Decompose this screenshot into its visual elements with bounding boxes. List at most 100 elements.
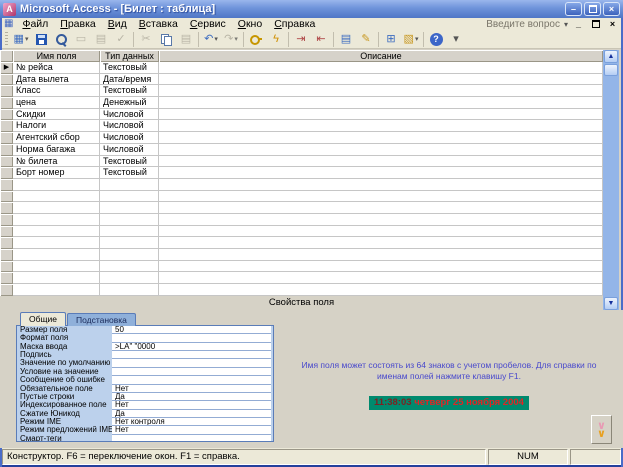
row-selector[interactable] — [0, 132, 13, 144]
save-button[interactable] — [31, 31, 51, 48]
field-desc-cell[interactable] — [159, 272, 603, 284]
field-desc-cell[interactable] — [159, 249, 603, 261]
field-type-cell[interactable] — [100, 179, 159, 191]
field-name-cell[interactable] — [13, 202, 100, 214]
field-name-cell[interactable]: № рейса — [13, 62, 100, 74]
restore-button[interactable] — [584, 2, 601, 16]
row-selector[interactable] — [0, 144, 13, 156]
field-type-cell[interactable] — [100, 272, 159, 284]
field-desc-cell[interactable] — [159, 85, 603, 97]
field-name-cell[interactable] — [13, 179, 100, 191]
menu-item-view[interactable]: Вид — [102, 18, 133, 30]
help-button[interactable]: ? — [426, 31, 446, 48]
question-dropdown-icon[interactable]: ▾ — [564, 20, 568, 29]
property-value-field[interactable]: Нет — [112, 385, 271, 393]
vertical-scrollbar[interactable]: ▲ ▼ — [603, 50, 619, 310]
row-selector[interactable]: ▶ — [0, 62, 13, 74]
scrollbar-thumb[interactable] — [604, 64, 618, 76]
field-desc-cell[interactable] — [159, 226, 603, 238]
property-value-field[interactable]: Нет — [112, 426, 271, 434]
row-selector[interactable] — [0, 167, 13, 179]
field-type-cell[interactable] — [100, 284, 159, 296]
ask-question-input[interactable]: Введите вопрос — [486, 19, 560, 30]
field-desc-cell[interactable] — [159, 74, 603, 86]
field-type-cell[interactable] — [100, 249, 159, 261]
insert-rows-button[interactable]: ⇥ — [291, 31, 311, 48]
row-selector[interactable] — [0, 85, 13, 97]
field-type-cell[interactable] — [100, 226, 159, 238]
field-desc-cell[interactable] — [159, 132, 603, 144]
field-type-cell[interactable] — [100, 261, 159, 273]
field-name-cell[interactable]: Борт номер — [13, 167, 100, 179]
field-name-cell[interactable]: Класс — [13, 85, 100, 97]
field-type-cell[interactable] — [100, 191, 159, 203]
field-name-cell[interactable] — [13, 284, 100, 296]
row-selector[interactable] — [0, 202, 13, 214]
menu-item-help[interactable]: Справка — [268, 18, 321, 30]
field-type-cell[interactable]: Числовой — [100, 144, 159, 156]
row-selector[interactable] — [0, 226, 13, 238]
file-search-button[interactable] — [51, 31, 71, 48]
properties-button[interactable]: ▤ — [336, 31, 356, 48]
menu-item-insert[interactable]: Вставка — [133, 18, 184, 30]
property-value-field[interactable] — [112, 334, 271, 342]
field-name-cell[interactable]: Норма багажа — [13, 144, 100, 156]
field-type-cell[interactable]: Денежный — [100, 97, 159, 109]
mdi-restore-button[interactable] — [589, 19, 602, 30]
field-name-cell[interactable] — [13, 191, 100, 203]
field-name-cell[interactable]: Налоги — [13, 120, 100, 132]
field-type-cell[interactable]: Текстовый — [100, 156, 159, 168]
field-desc-cell[interactable] — [159, 97, 603, 109]
scroll-up-icon[interactable]: ▲ — [604, 50, 618, 63]
field-type-cell[interactable] — [100, 214, 159, 226]
close-button[interactable]: × — [603, 2, 620, 16]
property-value-field[interactable] — [112, 376, 271, 384]
property-value-field[interactable]: >LA" "0000 — [112, 343, 271, 351]
tab-general[interactable]: Общие — [20, 312, 66, 326]
new-object-button[interactable]: ▧▾ — [401, 31, 421, 48]
field-name-cell[interactable] — [13, 237, 100, 249]
delete-rows-button[interactable]: ⇤ — [311, 31, 331, 48]
field-type-cell[interactable]: Числовой — [100, 132, 159, 144]
view-datasheet-button[interactable]: ▦▾ — [11, 31, 31, 48]
copy-button[interactable] — [156, 31, 176, 48]
field-desc-cell[interactable] — [159, 179, 603, 191]
field-name-cell[interactable] — [13, 214, 100, 226]
field-name-cell[interactable]: № билета — [13, 156, 100, 168]
row-selector[interactable] — [0, 214, 13, 226]
field-type-cell[interactable]: Числовой — [100, 109, 159, 121]
property-value-field[interactable] — [112, 351, 271, 359]
scroll-down-icon[interactable]: ▼ — [604, 297, 618, 310]
field-desc-cell[interactable] — [159, 237, 603, 249]
property-value-field[interactable] — [112, 435, 271, 442]
toolbar-drag-handle[interactable] — [5, 32, 8, 47]
menu-item-file[interactable]: Файл — [16, 18, 54, 30]
field-desc-cell[interactable] — [159, 284, 603, 296]
minimize-button[interactable]: – — [565, 2, 582, 16]
field-name-cell[interactable]: Дата вылета — [13, 74, 100, 86]
mdi-minimize-button[interactable]: _ — [572, 19, 585, 30]
indexes-button[interactable]: ϟ — [266, 31, 286, 48]
field-name-cell[interactable] — [13, 226, 100, 238]
menu-item-service[interactable]: Сервис — [184, 18, 232, 30]
property-value-field[interactable]: Да — [112, 393, 271, 401]
field-desc-cell[interactable] — [159, 144, 603, 156]
row-selector[interactable] — [0, 97, 13, 109]
property-value-field[interactable]: Нет контроля — [112, 418, 271, 426]
field-type-cell[interactable]: Текстовый — [100, 62, 159, 74]
property-value-field[interactable]: Да — [112, 410, 271, 418]
property-value-field[interactable] — [112, 359, 271, 367]
mdi-close-button[interactable]: × — [606, 19, 619, 30]
row-selector[interactable] — [0, 237, 13, 249]
undo-button[interactable]: ↶▾ — [201, 31, 221, 48]
tab-lookup[interactable]: Подстановка — [67, 313, 136, 326]
field-desc-cell[interactable] — [159, 156, 603, 168]
field-type-cell[interactable] — [100, 237, 159, 249]
row-selector[interactable] — [0, 179, 13, 191]
row-selector[interactable] — [0, 156, 13, 168]
field-name-cell[interactable] — [13, 272, 100, 284]
build-button[interactable]: ✎ — [356, 31, 376, 48]
field-desc-cell[interactable] — [159, 261, 603, 273]
field-desc-cell[interactable] — [159, 202, 603, 214]
field-type-cell[interactable]: Текстовый — [100, 167, 159, 179]
